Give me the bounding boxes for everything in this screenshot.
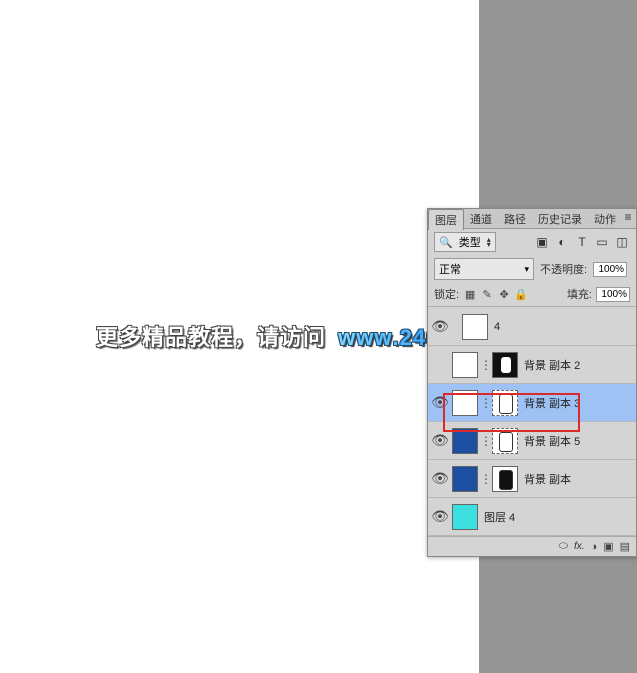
- layer-name[interactable]: 背景 副本: [524, 471, 571, 487]
- layer-name[interactable]: 背景 副本 2: [524, 357, 580, 373]
- search-icon: 🔍: [439, 236, 453, 249]
- action-bar: ⬭ fx. ◑ ▣ ▤: [428, 536, 636, 556]
- lock-transparent-icon[interactable]: ▦: [463, 287, 477, 301]
- link-layers-icon[interactable]: ⬭: [559, 540, 568, 553]
- layer-mask[interactable]: [492, 466, 518, 492]
- lock-row: 锁定: ▦ ✎ ✥ 🔒 填充:: [428, 283, 636, 305]
- visibility-icon[interactable]: 👁: [432, 395, 448, 411]
- filter-shape-icon[interactable]: ▭: [594, 234, 610, 250]
- kind-filter[interactable]: 🔍 类型 ▴▾: [434, 232, 496, 252]
- opacity-input[interactable]: [593, 262, 627, 277]
- layer-thumb[interactable]: [462, 314, 488, 340]
- layer-thumb[interactable]: [452, 466, 478, 492]
- panel-menu-icon[interactable]: ≡: [621, 210, 635, 224]
- tab-layers[interactable]: 图层: [428, 209, 464, 230]
- layer-mask[interactable]: [492, 428, 518, 454]
- new-layer-icon[interactable]: ▤: [620, 540, 630, 553]
- fill-input[interactable]: [596, 287, 630, 302]
- layer-thumb[interactable]: [452, 390, 478, 416]
- layer-row[interactable]: 👁 ⋮ 背景 副本: [428, 460, 636, 498]
- filter-adjust-icon[interactable]: ◐: [554, 234, 570, 250]
- blend-mode-select[interactable]: 正常 ▾: [434, 258, 534, 280]
- layer-mask[interactable]: [492, 390, 518, 416]
- layer-row[interactable]: 👁 图层 4: [428, 498, 636, 536]
- kind-label: 类型: [459, 234, 481, 250]
- link-icon: ⋮: [480, 434, 490, 448]
- visibility-icon[interactable]: 👁: [432, 471, 448, 487]
- divider: [428, 306, 636, 307]
- link-icon: ⋮: [480, 396, 490, 410]
- layer-name[interactable]: 4: [494, 321, 500, 333]
- tab-actions[interactable]: 动作: [588, 209, 622, 229]
- mask-icon[interactable]: ◑: [591, 541, 598, 553]
- layer-row[interactable]: 👁 4: [428, 308, 636, 346]
- layer-mask[interactable]: [492, 352, 518, 378]
- opacity-label: 不透明度:: [540, 261, 587, 277]
- lock-all-icon[interactable]: 🔒: [514, 287, 528, 301]
- layer-thumb[interactable]: [452, 504, 478, 530]
- lock-icons: ▦ ✎ ✥ 🔒: [463, 287, 528, 301]
- filter-image-icon[interactable]: ▣: [534, 234, 550, 250]
- filter-row: 🔍 类型 ▴▾ ▣ ◐ T ▭ ◫: [428, 229, 636, 255]
- layers-panel: 图层 通道 路径 历史记录 动作 🔍 类型 ▴▾ ▣ ◐ T ▭ ◫ 正常 ▾ …: [427, 208, 637, 557]
- link-icon: ⋮: [480, 472, 490, 486]
- new-group-icon[interactable]: ▣: [603, 540, 613, 553]
- layer-name[interactable]: 背景 副本 5: [524, 433, 580, 449]
- blend-row: 正常 ▾ 不透明度:: [428, 255, 636, 283]
- fx-icon[interactable]: fx.: [574, 541, 585, 552]
- visibility-icon[interactable]: 👁: [432, 319, 448, 335]
- layer-thumb[interactable]: [452, 428, 478, 454]
- link-icon: ⋮: [480, 358, 490, 372]
- visibility-icon[interactable]: 👁: [432, 509, 448, 525]
- dropdown-arrows-icon: ▴▾: [487, 237, 491, 247]
- blend-mode-value: 正常: [439, 261, 461, 277]
- filter-type-icon[interactable]: T: [574, 234, 590, 250]
- layer-row[interactable]: 👁 ⋮ 背景 副本 5: [428, 422, 636, 460]
- lock-position-icon[interactable]: ✥: [497, 287, 511, 301]
- layer-row[interactable]: 👁 ⋮ 背景 副本 3: [428, 384, 636, 422]
- visibility-icon[interactable]: 👁: [432, 433, 448, 449]
- tab-paths[interactable]: 路径: [498, 209, 532, 229]
- tab-channels[interactable]: 通道: [464, 209, 498, 229]
- lock-pixels-icon[interactable]: ✎: [480, 287, 494, 301]
- layer-thumb[interactable]: [452, 352, 478, 378]
- watermark-text: 更多精品教程，请访问: [96, 325, 326, 350]
- dropdown-icon: ▾: [524, 264, 529, 275]
- lock-label: 锁定:: [434, 286, 459, 302]
- layer-row[interactable]: 👁 ⋮ 背景 副本 2: [428, 346, 636, 384]
- tab-history[interactable]: 历史记录: [532, 209, 588, 229]
- layers-list: 👁 4 👁 ⋮ 背景 副本 2 👁 ⋮ 背景 副本 3 👁: [428, 308, 636, 536]
- layer-name[interactable]: 图层 4: [484, 509, 515, 525]
- layer-name[interactable]: 背景 副本 3: [524, 395, 580, 411]
- fill-label: 填充:: [567, 286, 592, 302]
- filter-smart-icon[interactable]: ◫: [614, 234, 630, 250]
- panel-tabs: 图层 通道 路径 历史记录 动作: [428, 209, 636, 229]
